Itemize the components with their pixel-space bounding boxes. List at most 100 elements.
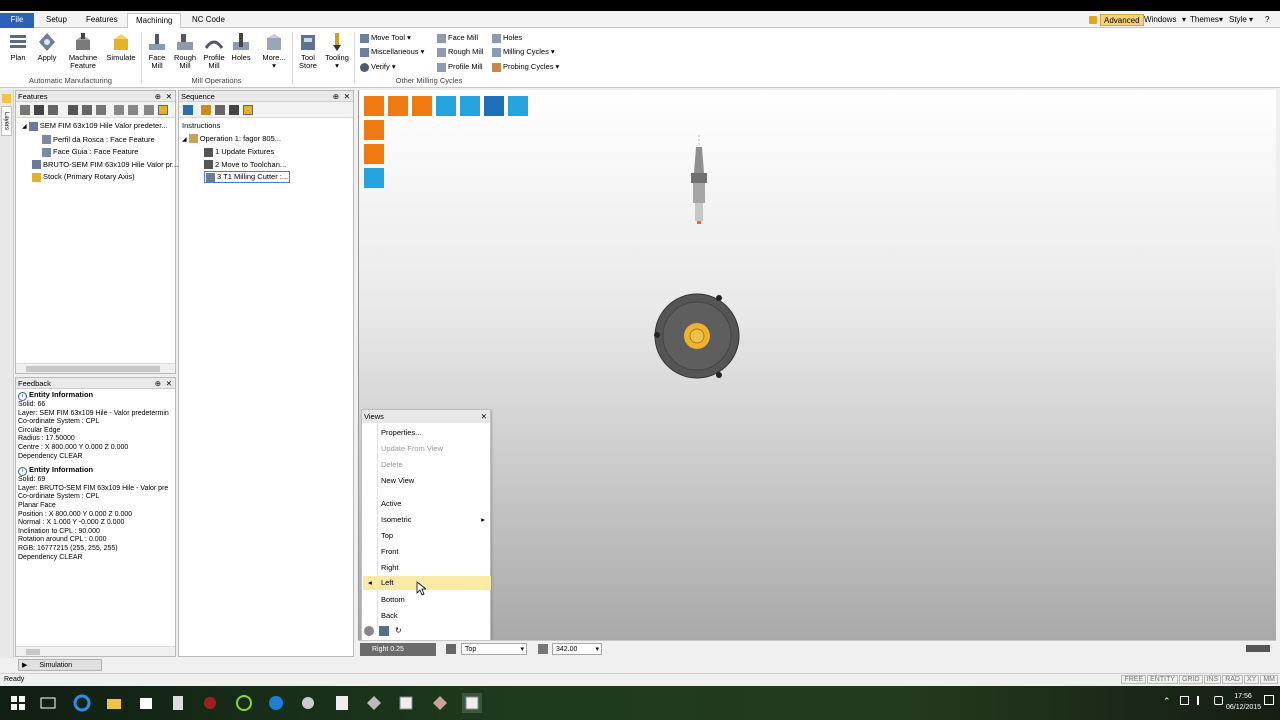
advanced-button[interactable]: Advanced (1100, 14, 1144, 26)
app-icon[interactable] (396, 693, 416, 713)
toolbar-icon[interactable] (20, 105, 30, 115)
app-icon[interactable] (332, 693, 352, 713)
toolbar-icon[interactable] (82, 105, 92, 115)
tab-features[interactable]: Features (78, 13, 126, 28)
expand-icon[interactable]: ◢ (22, 124, 27, 130)
milling-cycles-button[interactable]: Milling Cycles ▾ (492, 46, 555, 57)
tab-machining[interactable]: Machining (127, 13, 182, 28)
calculator-icon[interactable] (168, 693, 188, 713)
refresh-icon[interactable]: ↻ (395, 626, 402, 635)
face-mill-small-button[interactable]: Face Mill (437, 32, 478, 43)
profile-mill-small-button[interactable]: Profile Mill (437, 61, 483, 72)
battery-icon[interactable] (1214, 696, 1223, 705)
status-flag-rad[interactable]: RAD (1222, 675, 1243, 684)
folder-icon[interactable] (104, 693, 124, 713)
menu-item-back[interactable]: Back (378, 609, 490, 623)
layout-icon[interactable] (1246, 645, 1270, 652)
verify-button[interactable]: Verify ▾ (360, 61, 396, 72)
scrollbar-thumb[interactable] (26, 366, 160, 372)
menu-item-properties[interactable]: Properties... (378, 426, 490, 440)
tree-item[interactable]: ◢ SEM FIM 63x109 Hile Valor predeter... (16, 120, 175, 134)
layers-tab[interactable]: Layers (1, 106, 12, 136)
app-icon[interactable] (266, 693, 286, 713)
toolbar-icon[interactable] (229, 105, 239, 115)
light-icon[interactable] (436, 96, 456, 116)
tree-item[interactable]: 1 Update Fixtures (179, 146, 353, 159)
simulation-tab[interactable]: ▶ Simulation (18, 659, 102, 671)
machine-feature-button[interactable]: Machine Feature (65, 32, 101, 70)
expand-icon[interactable]: ◢ (182, 137, 187, 143)
windows-menu[interactable]: Windows (1144, 14, 1176, 26)
tree-item[interactable]: Stock (Primary Rotary Axis) (16, 171, 175, 184)
task-view-icon[interactable] (38, 693, 58, 713)
holes-button[interactable]: Holes (229, 32, 253, 62)
cube-view-icon[interactable] (364, 96, 384, 116)
close-icon[interactable]: ✕ (344, 91, 350, 102)
app-icon[interactable] (364, 693, 384, 713)
start-windows-icon[interactable] (8, 693, 28, 713)
pin-icon[interactable]: ⊕ (155, 91, 161, 102)
cube-view-icon[interactable] (364, 168, 384, 188)
move-tool-button[interactable]: Move Tool ▾ (360, 32, 411, 43)
status-flag-mm[interactable]: MM (1260, 675, 1278, 684)
toolbar-icon[interactable] (114, 105, 124, 115)
toolbar-icon[interactable] (128, 105, 138, 115)
tree-item[interactable]: Face Guia : Face Feature (16, 146, 175, 159)
status-flag-free[interactable]: FREE (1121, 675, 1147, 684)
network-icon[interactable] (1180, 696, 1189, 705)
more-button[interactable]: More... ▾ (259, 32, 289, 70)
app-icon[interactable] (298, 693, 318, 713)
graphics-viewport[interactable] (358, 90, 1276, 640)
toolbar-icon[interactable] (48, 105, 58, 115)
close-icon[interactable]: ✕ (481, 410, 487, 423)
refresh-icon[interactable] (183, 105, 193, 115)
toolbar-icon[interactable] (243, 105, 253, 115)
menu-item-front[interactable]: Front (378, 545, 490, 559)
profile-mill-button[interactable]: Profile Mill (200, 32, 228, 70)
zoom-icon[interactable] (538, 644, 548, 654)
view-icon[interactable] (412, 96, 432, 116)
toolbar-icon[interactable] (158, 105, 168, 115)
close-icon[interactable]: ✕ (166, 378, 172, 389)
zoom-icon[interactable] (460, 96, 480, 116)
tree-item[interactable]: Instructions (179, 120, 353, 133)
toolbar-icon[interactable] (68, 105, 78, 115)
toolbar-icon[interactable] (201, 105, 211, 115)
apply-button[interactable]: Apply (34, 32, 60, 62)
layers-icon[interactable] (2, 94, 11, 103)
toolbar-icon[interactable] (144, 105, 154, 115)
menu-item-left[interactable]: ◂ Left (363, 576, 491, 590)
view-orientation-icon[interactable] (446, 644, 456, 654)
volume-icon[interactable] (1197, 696, 1206, 705)
clock[interactable]: 17:56 06/12/2015 (1226, 691, 1261, 713)
pin-icon[interactable]: ⊕ (155, 378, 161, 389)
grid-icon[interactable] (508, 96, 528, 116)
help-question-icon[interactable]: ? (1265, 14, 1269, 26)
holes-small-button[interactable]: Holes (492, 32, 522, 43)
horizontal-scrollbar[interactable] (16, 363, 175, 373)
tooling-button[interactable]: Tooling ▾ (322, 32, 352, 70)
toolbar-icon[interactable] (215, 105, 225, 115)
probing-cycles-button[interactable]: Probing Cycles ▾ (492, 61, 559, 72)
tab-nc-code[interactable]: NC Code (184, 13, 233, 28)
tray-chevron-icon[interactable]: ⌃ (1163, 696, 1171, 707)
status-flag-entity[interactable]: ENTITY (1147, 675, 1179, 684)
face-mill-button[interactable]: Face Mill (146, 32, 168, 70)
zoom-value-field[interactable]: 342.00 ▾ (552, 643, 602, 655)
menu-item-new-view[interactable]: New View (378, 474, 490, 488)
globe-icon[interactable] (364, 626, 374, 636)
notifications-icon[interactable] (1264, 695, 1274, 705)
store-icon[interactable] (136, 693, 156, 713)
menu-item-right[interactable]: Right (378, 561, 490, 575)
tool-store-button[interactable]: Tool Store (296, 32, 320, 70)
rough-mill-small-button[interactable]: Rough Mill (437, 46, 483, 57)
status-flag-ins[interactable]: INS (1203, 675, 1222, 684)
cube-view-icon[interactable] (364, 144, 384, 164)
tree-item[interactable]: Perfil da Rosca : Face Feature (16, 134, 175, 147)
menu-item-isometric[interactable]: Isometric ▸ (378, 513, 490, 527)
miscellaneous-button[interactable]: Miscellaneous ▾ (360, 46, 424, 57)
status-flag-xy[interactable]: XY (1243, 675, 1260, 684)
menu-item-bottom[interactable]: Bottom (378, 593, 490, 607)
view-icon[interactable] (388, 96, 408, 116)
view-save-icon[interactable] (379, 626, 389, 636)
